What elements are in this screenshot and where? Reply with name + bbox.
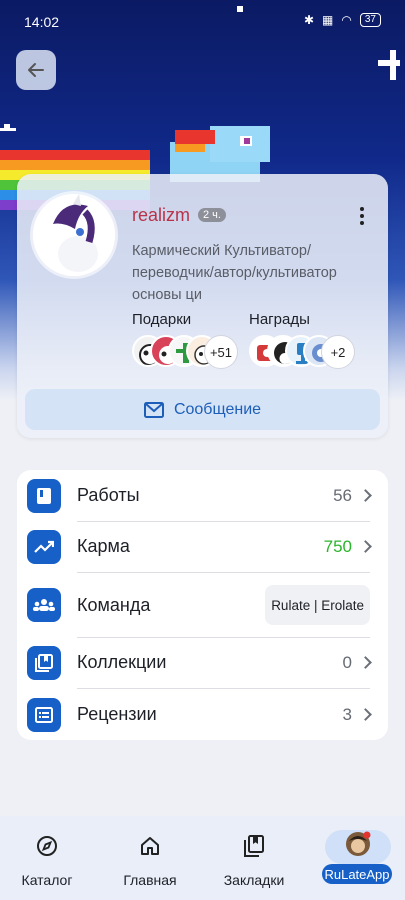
nav-item-bookmarks[interactable]: Закладки: [209, 816, 299, 900]
gifts-more-count[interactable]: +51: [204, 335, 238, 369]
awards-list[interactable]: +2: [249, 335, 359, 369]
last-seen-badge: 2 ч.: [198, 208, 226, 222]
star-decoration: [378, 60, 400, 66]
bottom-navigation: Каталог Главная Закладки: [0, 816, 405, 900]
awards-label: Награды: [249, 311, 310, 328]
message-button-label: Сообщение: [173, 400, 262, 418]
chevron-right-icon: [359, 656, 372, 669]
avatar-image: [33, 194, 115, 276]
chevron-right-icon: [359, 489, 372, 502]
nav-item-profile[interactable]: [313, 816, 403, 900]
user-avatar-icon: [345, 831, 371, 856]
menu-item-label: Команда: [77, 595, 151, 615]
status-time: 14:02: [24, 14, 60, 30]
status-bar: 14:02 ✱ ▦ ◠ 37: [0, 0, 405, 40]
avatar[interactable]: [33, 194, 115, 276]
group-icon: [27, 588, 61, 622]
chevron-right-icon: [359, 540, 372, 553]
reviews-icon: [27, 698, 61, 732]
chevron-right-icon: [359, 708, 372, 721]
nav-label: Закладки: [223, 872, 285, 888]
karma-value: 750: [323, 537, 352, 556]
gifts-list[interactable]: +51: [132, 335, 242, 369]
star-decoration: [0, 128, 16, 131]
message-button[interactable]: Сообщение: [25, 389, 380, 430]
bookmarks-icon: [244, 835, 264, 857]
profile-menu: Работы 56 Карма 750 Команда Rulate | Ero…: [17, 470, 388, 740]
works-count: 56: [333, 486, 352, 505]
battery-icon: 37: [359, 13, 381, 27]
menu-item-label: Карма: [77, 536, 130, 556]
awards-more-count[interactable]: +2: [321, 335, 355, 369]
nav-label-app[interactable]: RuLateApp: [322, 864, 392, 884]
signal-icon: ▦: [322, 13, 334, 27]
book-icon: [27, 479, 61, 513]
nav-label: Главная: [123, 872, 177, 888]
arrow-left-icon: [28, 63, 44, 77]
more-options-button[interactable]: [352, 204, 372, 228]
dot-icon: [360, 214, 364, 218]
menu-item-reviews[interactable]: Рецензии 3: [17, 689, 388, 740]
nav-label: Каталог: [21, 872, 73, 888]
menu-item-label: Коллекции: [77, 652, 167, 672]
profile-bio: Кармический Культиватор/ переводчик/авто…: [132, 243, 337, 303]
gifts-label: Подарки: [132, 311, 192, 328]
menu-item-label: Работы: [77, 485, 140, 505]
dot-icon: [360, 207, 364, 211]
nav-item-home[interactable]: Главная: [105, 816, 195, 900]
menu-item-karma[interactable]: Карма 750: [17, 522, 388, 572]
profile-card: realizm 2 ч. Кармический Культиватор/ пе…: [17, 174, 388, 438]
reviews-count: 3: [342, 705, 352, 724]
dot-icon: [360, 221, 364, 225]
team-name-chip[interactable]: Rulate | Erolate: [265, 585, 370, 625]
wifi-icon: ◠: [341, 13, 352, 27]
collections-bookmark-icon: [27, 646, 61, 680]
trending-up-icon: [27, 530, 61, 564]
compass-icon: [36, 835, 58, 857]
menu-item-collections[interactable]: Коллекции 0: [17, 638, 388, 688]
back-button[interactable]: [16, 50, 56, 90]
nav-item-catalog[interactable]: Каталог: [2, 816, 92, 900]
collections-count: 0: [342, 653, 352, 672]
home-icon: [140, 835, 160, 857]
username[interactable]: realizm: [132, 205, 190, 226]
menu-item-label: Рецензии: [77, 704, 157, 724]
menu-item-works[interactable]: Работы 56: [17, 470, 388, 521]
mail-icon: [143, 401, 164, 418]
menu-item-team[interactable]: Команда Rulate | Erolate: [17, 573, 388, 637]
bluetooth-icon: ✱: [303, 13, 315, 27]
